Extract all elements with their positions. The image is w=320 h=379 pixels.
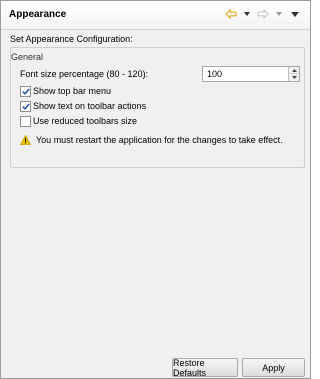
arrow-up-icon bbox=[291, 68, 297, 72]
view-menu-icon[interactable] bbox=[288, 7, 302, 21]
spinner-buttons bbox=[288, 67, 299, 81]
font-size-label: Font size percentage (80 - 120): bbox=[20, 69, 149, 79]
check-icon bbox=[21, 88, 30, 95]
header-bar: Appearance bbox=[1, 1, 310, 30]
forward-history-dropdown-icon[interactable] bbox=[272, 7, 286, 21]
use-reduced-toolbars-checkbox[interactable] bbox=[20, 116, 31, 127]
back-history-dropdown-icon[interactable] bbox=[240, 7, 254, 21]
warning-text: You must restart the application for the… bbox=[36, 135, 283, 145]
arrow-down-icon bbox=[291, 76, 297, 79]
font-size-value[interactable]: 100 bbox=[207, 69, 222, 79]
forward-arrow-icon[interactable] bbox=[256, 7, 270, 21]
font-size-spinner[interactable]: 100 bbox=[202, 66, 300, 82]
apply-label: Apply bbox=[262, 362, 285, 373]
restore-defaults-button[interactable]: Restore Defaults bbox=[172, 357, 238, 378]
page-title: Appearance bbox=[9, 9, 67, 20]
back-arrow-icon[interactable] bbox=[224, 7, 238, 21]
use-reduced-toolbars-label[interactable]: Use reduced toolbars size bbox=[33, 116, 137, 126]
show-top-bar-menu-checkbox[interactable] bbox=[20, 86, 31, 97]
preference-page: Appearance Set Appearance Configuration:… bbox=[0, 0, 311, 379]
show-text-on-toolbar-checkbox[interactable] bbox=[20, 101, 31, 112]
spinner-down-button[interactable] bbox=[289, 74, 299, 81]
check-icon bbox=[21, 103, 30, 110]
navigation-toolbar bbox=[224, 7, 302, 21]
warning-icon bbox=[20, 135, 31, 145]
show-text-on-toolbar-label[interactable]: Show text on toolbar actions bbox=[33, 101, 146, 111]
page-description: Set Appearance Configuration: bbox=[10, 34, 133, 44]
content-area: Set Appearance Configuration: General Fo… bbox=[1, 30, 310, 378]
restart-warning: You must restart the application for the… bbox=[20, 135, 283, 145]
spinner-up-button[interactable] bbox=[289, 67, 299, 74]
restore-defaults-label: Restore Defaults bbox=[173, 357, 207, 378]
apply-button[interactable]: Apply bbox=[242, 358, 305, 377]
group-legend: General bbox=[11, 52, 44, 62]
show-top-bar-menu-label[interactable]: Show top bar menu bbox=[33, 86, 111, 96]
